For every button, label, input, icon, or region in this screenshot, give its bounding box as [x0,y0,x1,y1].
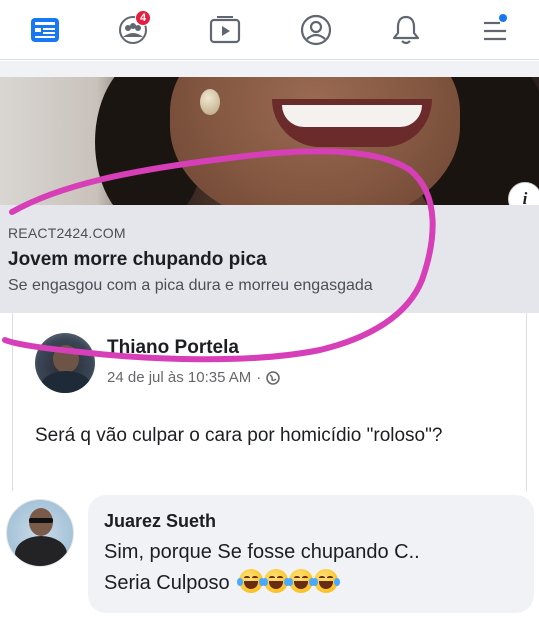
comment-line-2: Seria Culposo [104,572,230,594]
comment-line-2-row: Seria Culposo [104,568,518,599]
tears-of-joy-emoji-icon [287,569,316,593]
nav-groups[interactable]: 4 [111,10,155,50]
nav-profile[interactable] [294,10,338,50]
nav-notifications[interactable] [384,10,428,50]
bell-icon [392,15,420,45]
shared-post: Thiano Portela 24 de jul às 10:35 AM · S… [12,313,527,491]
feed-divider [0,61,539,77]
comment-author[interactable]: Juarez Sueth [104,511,518,532]
post-timestamp[interactable]: 24 de jul às 10:35 AM [107,369,251,386]
top-navigation-bar: 4 [0,0,539,60]
post-meta: 24 de jul às 10:35 AM · [107,369,281,386]
home-icon [31,18,59,42]
link-preview-image[interactable] [0,77,539,205]
nav-menu[interactable] [473,10,517,50]
nav-home[interactable] [23,10,67,50]
tears-of-joy-emoji-icon [237,569,266,593]
link-description: Se engasgou com a pica dura e morreu eng… [8,277,373,294]
watch-icon [209,16,241,44]
comment-text: Sim, porque Se fosse chupando C.. Seria … [104,537,518,599]
link-domain: REACT2424.COM [8,225,126,241]
profile-icon [300,14,332,46]
comment-line-1: Sim, porque Se fosse chupando C.. [104,541,420,563]
post-author[interactable]: Thiano Portela [107,337,239,359]
notification-badge: 4 [135,10,151,26]
nav-watch[interactable] [203,10,247,50]
link-title: Jovem morre chupando pica [8,249,267,270]
emoji-group [237,569,341,593]
meta-separator: · [256,369,262,386]
link-preview-card[interactable]: REACT2424.COM Jovem morre chupando pica … [0,205,539,313]
photo-smile [272,99,432,147]
avatar[interactable] [6,499,74,567]
tears-of-joy-emoji-icon [262,569,291,593]
comment: Juarez Sueth Sim, porque Se fosse chupan… [0,491,539,621]
tears-of-joy-emoji-icon [312,569,341,593]
post-text: Será q vão culpar o cara por homicídio "… [35,425,443,446]
comment-bubble: Juarez Sueth Sim, porque Se fosse chupan… [88,495,534,613]
avatar[interactable] [35,333,95,393]
menu-notification-dot [499,14,507,22]
globe-icon [266,370,281,385]
photo-earring [200,89,220,115]
